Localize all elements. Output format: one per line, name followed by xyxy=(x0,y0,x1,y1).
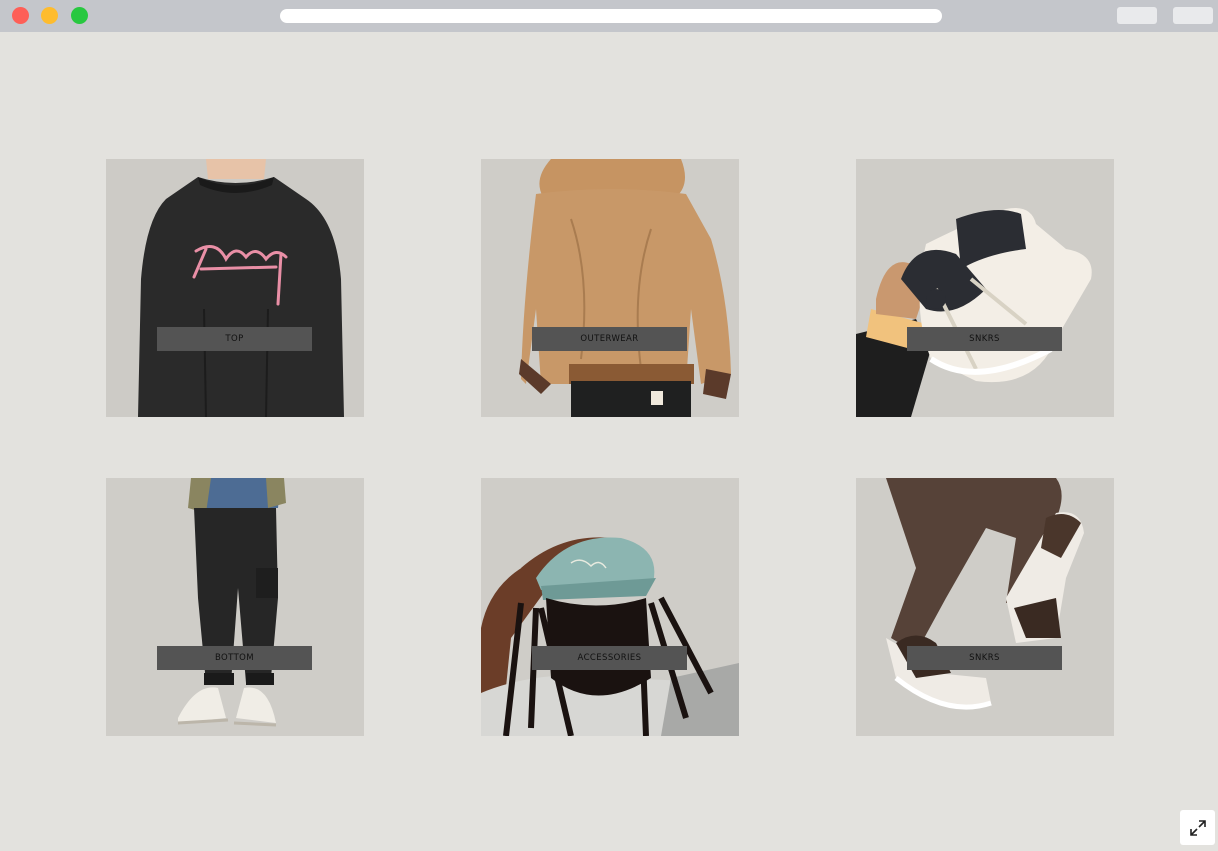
sneakers-photo xyxy=(856,159,1114,417)
jacket-photo xyxy=(106,159,364,417)
address-bar[interactable] xyxy=(280,9,942,23)
category-label: SNKRS xyxy=(907,646,1062,670)
minimize-window-button[interactable] xyxy=(41,7,58,24)
outerwear-photo xyxy=(481,159,739,417)
category-grid: TOP OUTERWEAR SNKRS BOTTOM ACCESSORIES S… xyxy=(106,159,1114,736)
category-card-accessories[interactable]: ACCESSORIES xyxy=(481,478,739,736)
toolbar-button[interactable] xyxy=(1173,7,1213,24)
category-label: ACCESSORIES xyxy=(532,646,687,670)
category-card-outerwear[interactable]: OUTERWEAR xyxy=(481,159,739,417)
fullscreen-button[interactable] xyxy=(1180,810,1215,845)
category-card-top[interactable]: TOP xyxy=(106,159,364,417)
category-label: TOP xyxy=(157,327,312,351)
category-label: SNKRS xyxy=(907,327,1062,351)
pants-photo xyxy=(106,478,364,736)
toolbar-button[interactable] xyxy=(1117,7,1157,24)
cap-photo xyxy=(481,478,739,736)
browser-chrome xyxy=(0,0,1218,32)
sneakers-photo xyxy=(856,478,1114,736)
category-label: BOTTOM xyxy=(157,646,312,670)
maximize-window-button[interactable] xyxy=(71,7,88,24)
category-card-snkrs[interactable]: SNKRS xyxy=(856,159,1114,417)
category-card-bottom[interactable]: BOTTOM xyxy=(106,478,364,736)
category-card-snkrs[interactable]: SNKRS xyxy=(856,478,1114,736)
expand-arrows-icon xyxy=(1189,819,1206,836)
category-label: OUTERWEAR xyxy=(532,327,687,351)
close-window-button[interactable] xyxy=(12,7,29,24)
